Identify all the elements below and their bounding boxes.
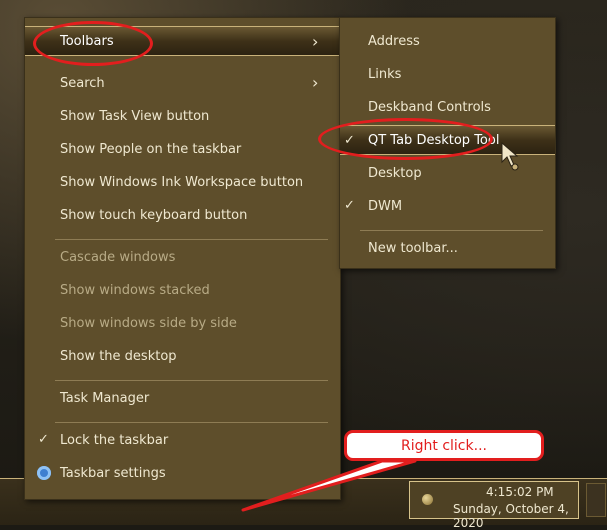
menu-item-label: New toolbar...	[368, 240, 458, 256]
mouse-cursor-icon	[501, 142, 519, 171]
menu-item-taskbar-settings[interactable]: Taskbar settings	[25, 458, 340, 488]
menu-item-label: Task Manager	[60, 390, 150, 406]
annotation-callout-text: Right click...	[401, 437, 487, 454]
annotation-callout: Right click...	[344, 430, 544, 461]
menu-separator	[360, 230, 543, 231]
submenu-item-dwm[interactable]: ✓ DWM	[340, 191, 555, 221]
menu-separator	[55, 239, 328, 240]
taskbar-context-menu: Toolbars › Search › Show Task View butto…	[24, 17, 341, 500]
checkmark-icon: ✓	[344, 198, 355, 213]
submenu-item-links[interactable]: Links	[340, 59, 555, 89]
menu-item-label: Links	[368, 66, 402, 82]
checkmark-icon: ✓	[38, 432, 49, 447]
menu-item-label: Desktop	[368, 165, 422, 181]
checkmark-icon: ✓	[344, 133, 355, 148]
gear-icon	[37, 466, 51, 480]
menu-item-label: Show Windows Ink Workspace button	[60, 174, 304, 190]
chevron-right-icon: ›	[312, 73, 319, 92]
menu-item-label: Show windows stacked	[60, 282, 210, 298]
menu-item-label: Show People on the taskbar	[60, 141, 242, 157]
menu-item-search[interactable]: Search ›	[25, 68, 340, 98]
clock-date: Sunday, October 4, 2020	[453, 502, 569, 530]
menu-item-show-touch-keyboard[interactable]: Show touch keyboard button	[25, 200, 340, 230]
taskbar-clock[interactable]: 4:15:02 PM Sunday, October 4, 2020	[409, 481, 579, 530]
menu-item-show-desktop[interactable]: Show the desktop	[25, 341, 340, 371]
menu-item-task-manager[interactable]: Task Manager	[25, 383, 340, 413]
menu-item-stacked[interactable]: Show windows stacked	[25, 275, 340, 305]
menu-item-label: DWM	[368, 198, 403, 214]
menu-item-label: QT Tab Desktop Tool	[368, 132, 500, 148]
menu-item-cascade[interactable]: Cascade windows	[25, 242, 340, 272]
clock-orb-icon	[422, 494, 433, 505]
menu-item-label: Cascade windows	[60, 249, 176, 265]
show-desktop-button[interactable]	[586, 483, 606, 517]
menu-separator	[55, 380, 328, 381]
submenu-item-new-toolbar[interactable]: New toolbar...	[340, 233, 555, 263]
menu-item-show-ink[interactable]: Show Windows Ink Workspace button	[25, 167, 340, 197]
menu-item-label: Show windows side by side	[60, 315, 237, 331]
chevron-right-icon: ›	[312, 32, 319, 51]
menu-item-label: Address	[368, 33, 420, 49]
menu-item-label: Toolbars	[60, 33, 114, 49]
menu-item-lock-taskbar[interactable]: ✓ Lock the taskbar	[25, 425, 340, 455]
menu-item-show-people[interactable]: Show People on the taskbar	[25, 134, 340, 164]
menu-item-label: Taskbar settings	[60, 465, 166, 481]
menu-item-toolbars[interactable]: Toolbars ›	[25, 26, 340, 56]
menu-item-label: Search	[60, 75, 105, 91]
submenu-item-deskband[interactable]: Deskband Controls	[340, 92, 555, 122]
menu-item-label: Lock the taskbar	[60, 432, 169, 448]
menu-item-side-by-side[interactable]: Show windows side by side	[25, 308, 340, 338]
menu-item-label: Deskband Controls	[368, 99, 491, 115]
menu-separator	[55, 422, 328, 423]
menu-item-label: Show the desktop	[60, 348, 177, 364]
menu-item-label: Show Task View button	[60, 108, 210, 124]
menu-item-show-task-view[interactable]: Show Task View button	[25, 101, 340, 131]
toolbars-submenu: Address Links Deskband Controls ✓ QT Tab…	[339, 17, 556, 269]
clock-time: 4:15:02 PM	[486, 485, 554, 499]
menu-item-label: Show touch keyboard button	[60, 207, 248, 223]
submenu-item-address[interactable]: Address	[340, 26, 555, 56]
